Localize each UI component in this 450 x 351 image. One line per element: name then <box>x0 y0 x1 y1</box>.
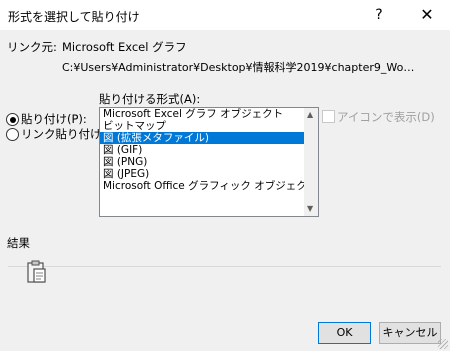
source-path: C:¥Users¥Administrator¥Desktop¥情報科学2019¥… <box>62 61 415 74</box>
format-item-jpeg[interactable]: 図 (JPEG) <box>100 168 318 180</box>
display-as-icon-checkbox[interactable] <box>322 110 335 123</box>
help-button[interactable]: ? <box>356 0 402 30</box>
format-item-emf[interactable]: 図 (拡張メタファイル) <box>100 132 318 144</box>
close-button[interactable]: ✕ <box>404 0 450 30</box>
title-bar: 形式を選択して貼り付け ? ✕ <box>0 0 450 30</box>
format-item-office-graphic[interactable]: Microsoft Office グラフィック オブジェクト <box>100 180 318 192</box>
dialog-title: 形式を選択して貼り付け <box>8 10 140 24</box>
format-listbox[interactable]: Microsoft Excel グラフ オブジェクト ビットマップ 図 (拡張メ… <box>99 107 319 217</box>
result-label: 結果 <box>7 236 30 250</box>
result-separator <box>8 266 441 267</box>
format-item-gif[interactable]: 図 (GIF) <box>100 144 318 156</box>
paste-radio[interactable] <box>6 113 19 126</box>
cancel-button[interactable]: キャンセル <box>379 322 441 344</box>
format-item-excel-object[interactable]: Microsoft Excel グラフ オブジェクト <box>100 108 318 120</box>
listbox-scrollbar[interactable]: ▲ ▼ <box>304 108 318 216</box>
source-label: リンク元: <box>7 40 57 54</box>
link-paste-radio[interactable] <box>6 128 19 141</box>
source-name: Microsoft Excel グラフ <box>62 40 187 54</box>
ok-button[interactable]: OK <box>318 322 371 344</box>
format-item-png[interactable]: 図 (PNG) <box>100 156 318 168</box>
format-list-label: 貼り付ける形式(A): <box>99 92 201 106</box>
paste-radio-label[interactable]: 貼り付け(P): <box>21 111 87 127</box>
scroll-down-icon[interactable]: ▼ <box>307 204 313 213</box>
resize-grip[interactable] <box>438 339 448 349</box>
scroll-up-icon[interactable]: ▲ <box>307 110 313 119</box>
clipboard-icon <box>27 260 46 283</box>
format-item-bitmap[interactable]: ビットマップ <box>100 120 318 132</box>
display-as-icon-label: アイコンで表示(D) <box>337 110 435 124</box>
